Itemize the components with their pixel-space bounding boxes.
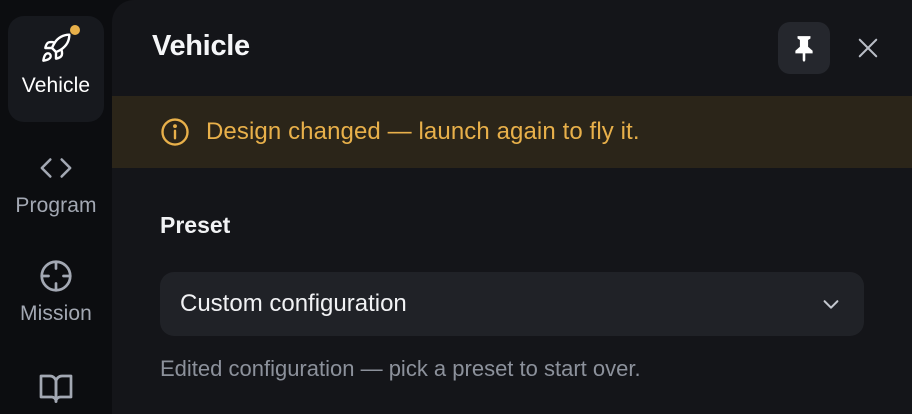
notice-text: Design changed — launch again to fly it.	[206, 118, 640, 145]
rail-item-label: Program	[15, 194, 97, 217]
rail-item-program[interactable]: Program	[8, 148, 104, 218]
chevron-down-icon	[823, 300, 839, 309]
preset-hint: Edited configuration — pick a preset to …	[160, 356, 641, 381]
rail-item-label: Mission	[20, 302, 92, 325]
left-rail: Vehicle Program Mission	[0, 0, 112, 414]
panel-title: Vehicle	[152, 30, 250, 62]
preset-select-value: Custom configuration	[180, 290, 407, 317]
rocket-icon	[42, 33, 71, 62]
rail-item-docs[interactable]	[8, 368, 104, 408]
rail-item-mission[interactable]: Mission	[8, 256, 104, 326]
vehicle-panel: Vehicle Design changed — launch again to…	[112, 0, 912, 414]
crosshair-icon	[40, 260, 72, 292]
rail-item-label: Vehicle	[21, 74, 91, 97]
preset-select[interactable]: Custom configuration	[160, 272, 864, 336]
preset-label: Preset	[160, 212, 231, 238]
close-button[interactable]	[848, 30, 888, 66]
book-icon-wrap	[36, 368, 76, 408]
crosshair-icon-wrap	[36, 256, 76, 296]
pin-icon	[795, 36, 813, 62]
rocket-icon-wrap	[36, 25, 80, 68]
design-changed-notice: Design changed — launch again to fly it.	[112, 96, 912, 168]
rail-item-vehicle[interactable]: Vehicle	[8, 16, 104, 122]
notification-dot	[70, 25, 80, 35]
code-icon	[40, 158, 72, 178]
close-icon	[858, 38, 878, 58]
app-root: Vehicle Program Mission Vehicle Design c…	[0, 0, 912, 414]
book-icon	[39, 374, 73, 403]
pin-button[interactable]	[778, 22, 830, 74]
code-icon-wrap	[36, 148, 76, 188]
info-icon	[161, 118, 189, 146]
